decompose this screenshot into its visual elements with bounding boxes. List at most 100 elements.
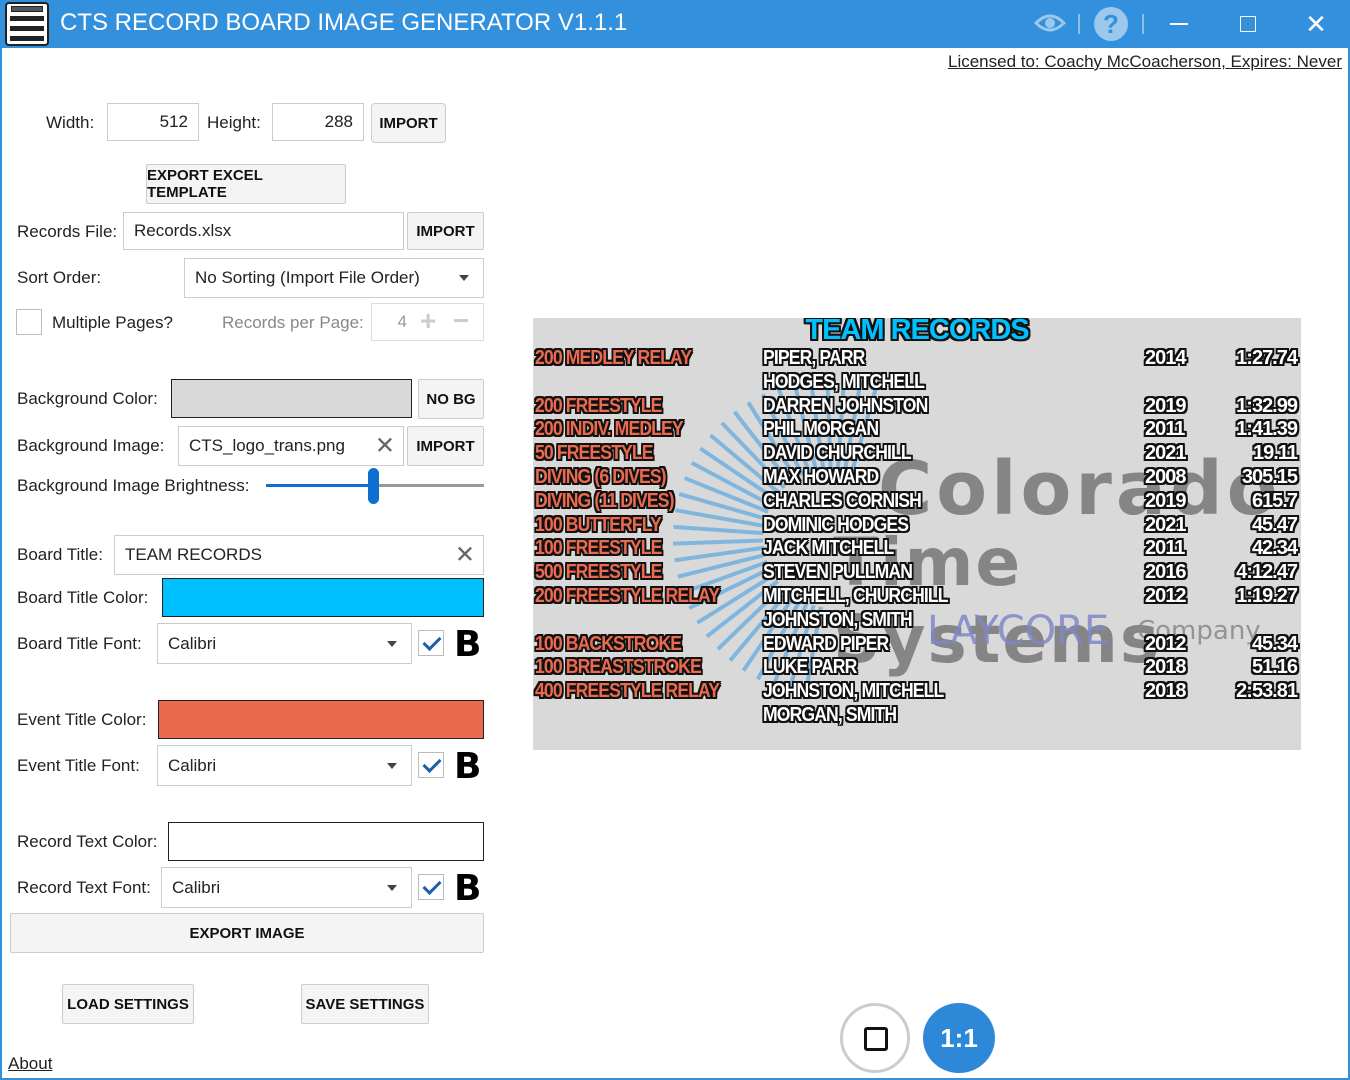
record-year: 2012 <box>1145 585 1186 607</box>
save-settings-button[interactable]: SAVE SETTINGS <box>301 984 429 1024</box>
import-records-button[interactable]: IMPORT <box>407 212 484 250</box>
record-time: 615.7 <box>1251 489 1298 512</box>
record-year: 2014 <box>1145 347 1186 369</box>
titlebar-separator <box>1142 14 1144 34</box>
chevron-down-icon <box>387 640 397 647</box>
record-row: MORGAN, SMITH <box>533 703 1301 727</box>
record-row: 50 FREESTYLE DAVID CHURCHILL 2021 19.11 <box>533 441 1301 465</box>
record-row: 200 FREESTYLE DARREN JOHNSTON 2019 1:32.99 <box>533 394 1301 418</box>
record-event: 100 BUTTERFLY <box>535 513 662 536</box>
record-event: 100 FREESTYLE <box>535 537 662 560</box>
about-link[interactable]: About <box>8 1054 52 1074</box>
load-settings-button[interactable]: LOAD SETTINGS <box>62 984 194 1024</box>
record-event: 200 INDIV. MEDLEY <box>535 418 684 441</box>
record-event: 200 FREESTYLE <box>535 394 662 417</box>
record-time: 4:12.47 <box>1236 561 1298 584</box>
record-row: 400 FREESTYLE RELAY JOHNSTON, MITCHELL 201… <box>533 679 1301 703</box>
background-color-swatch[interactable] <box>171 379 412 418</box>
record-year: 2016 <box>1145 561 1186 584</box>
record-event: 200 MEDLEY RELAY <box>535 347 692 369</box>
brightness-slider-thumb[interactable] <box>368 468 379 504</box>
height-label: Height: <box>207 113 261 132</box>
export-image-button[interactable]: EXPORT IMAGE <box>10 913 484 953</box>
board-title-bold-checkbox[interactable] <box>418 630 444 656</box>
record-text-font-value: Calibri <box>172 877 221 897</box>
brightness-label: Background Image Brightness: <box>17 476 250 495</box>
records-per-page-label: Records per Page: <box>222 313 364 332</box>
board-title-color-swatch[interactable] <box>162 578 484 617</box>
import-background-image-button[interactable]: IMPORT <box>407 426 484 466</box>
plus-icon[interactable]: + <box>420 307 436 335</box>
sort-order-select[interactable]: No Sorting (Import File Order) <box>184 258 484 298</box>
fit-to-screen-button[interactable] <box>840 1003 910 1073</box>
height-input[interactable]: 288 <box>272 103 364 141</box>
event-title-color-swatch[interactable] <box>158 700 484 739</box>
export-excel-template-button[interactable]: EXPORT EXCEL TEMPLATE <box>146 164 346 204</box>
record-event: DIVING (6 DIVES) <box>535 466 667 488</box>
multiple-pages-checkbox[interactable] <box>16 309 42 335</box>
record-holder: MAX HOWARD <box>763 466 879 488</box>
eye-icon[interactable] <box>1034 11 1066 35</box>
help-icon[interactable]: ? <box>1094 7 1128 41</box>
width-input[interactable]: 512 <box>107 103 199 141</box>
record-year: 2018 <box>1145 680 1186 703</box>
event-title-bold-checkbox[interactable] <box>418 752 444 778</box>
record-time: 1:19.27 <box>1236 585 1298 607</box>
board-title-label: Board Title: <box>17 545 103 564</box>
record-time: 1:41.39 <box>1236 418 1298 441</box>
no-bg-button[interactable]: NO BG <box>418 379 484 419</box>
clear-icon[interactable]: ✕ <box>375 432 395 461</box>
record-holder: DAVID CHURCHILL <box>763 442 912 465</box>
record-time: 51.16 <box>1251 656 1298 679</box>
records-app-icon <box>5 2 49 46</box>
record-holder: PHIL MORGAN <box>763 418 879 441</box>
board-title-font-select[interactable]: Calibri <box>157 623 412 664</box>
record-holder: DOMINIC HODGES <box>763 513 909 536</box>
record-holder: DARREN JOHNSTON <box>763 394 928 417</box>
license-link[interactable]: Licensed to: Coachy McCoacherson, Expire… <box>948 52 1342 72</box>
event-title-color-label: Event Title Color: <box>17 710 147 729</box>
background-image-label: Background Image: <box>17 436 165 455</box>
chevron-down-icon <box>387 762 397 769</box>
board-title-input[interactable]: TEAM RECORDS ✕ <box>114 535 484 575</box>
brightness-slider-fill[interactable] <box>266 484 374 487</box>
record-time: 1:32.99 <box>1236 394 1298 417</box>
close-icon[interactable]: ✕ <box>1304 11 1328 37</box>
record-row: 200 INDIV. MEDLEY PHIL MORGAN 2011 1:41.39 <box>533 417 1301 441</box>
record-text-font-label: Record Text Font: <box>17 878 151 897</box>
board-title-color-label: Board Title Color: <box>17 588 149 607</box>
maximize-icon[interactable] <box>1240 16 1256 32</box>
records-file-input[interactable]: Records.xlsx <box>123 212 404 250</box>
record-text-bold-checkbox[interactable] <box>418 874 444 900</box>
record-holder: JOHNSTON, MITCHELL <box>763 680 944 703</box>
record-text-font-select[interactable]: Calibri <box>161 867 412 908</box>
record-row: 200 FREESTYLE RELAY MITCHELL, CHURCHILL 20… <box>533 584 1301 608</box>
record-text-color-swatch[interactable] <box>168 822 484 861</box>
app-window: CTS RECORD BOARD IMAGE GENERATOR V1.1.1 … <box>0 0 1350 1080</box>
records-per-page-value: 4 <box>397 312 407 331</box>
record-year: 2018 <box>1145 656 1186 679</box>
record-event: DIVING (11 DIVES) <box>535 489 674 512</box>
minus-icon[interactable]: − <box>453 307 469 335</box>
record-holder: MORGAN, SMITH <box>763 704 897 726</box>
brightness-slider-track[interactable] <box>374 484 484 487</box>
record-row: 100 BREASTSTROKE LUKE PARR 2018 51.16 <box>533 655 1301 679</box>
import-dimensions-button[interactable]: IMPORT <box>371 103 446 143</box>
record-time: 45.34 <box>1251 632 1298 655</box>
event-title-font-select[interactable]: Calibri <box>157 745 412 786</box>
record-time: 42.34 <box>1251 537 1298 560</box>
actual-size-button[interactable]: 1:1 <box>923 1003 995 1073</box>
minimize-icon[interactable] <box>1170 23 1188 25</box>
background-image-input[interactable]: CTS_logo_trans.png ✕ <box>178 426 404 466</box>
record-row: DIVING (11 DIVES) CHARLES CORNISH 2019 615.… <box>533 489 1301 513</box>
clear-icon[interactable]: ✕ <box>455 541 475 570</box>
record-event: 400 FREESTYLE RELAY <box>535 680 720 703</box>
record-holder: STEVEN PULLMAN <box>763 561 913 584</box>
record-holder: JOHNSTON, SMITH <box>763 608 913 631</box>
record-year: 2021 <box>1145 513 1186 536</box>
record-row: 100 BUTTERFLY DOMINIC HODGES 2021 45.47 <box>533 513 1301 537</box>
records-file-label: Records File: <box>17 222 118 241</box>
board-title-font-label: Board Title Font: <box>17 634 142 653</box>
bold-icon: B <box>454 746 482 787</box>
background-color-label: Background Color: <box>17 389 158 408</box>
